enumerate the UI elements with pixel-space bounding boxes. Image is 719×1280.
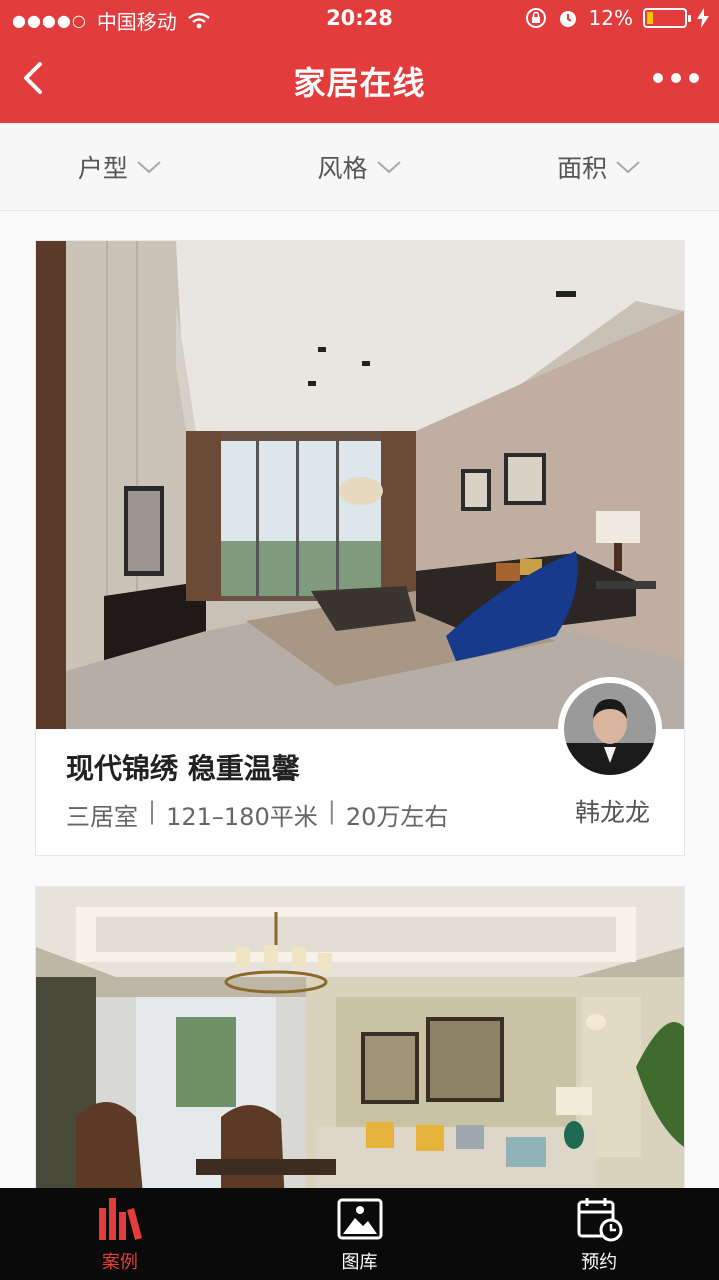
tab-cases[interactable]: 案例 — [0, 1188, 240, 1280]
filter-layout[interactable]: 户型 — [0, 123, 240, 210]
filter-style[interactable]: 风格 — [240, 123, 480, 210]
case-photo[interactable] — [36, 887, 684, 1188]
case-budget: 20万左右 — [345, 803, 449, 831]
nav-bar: 家居在线 — [0, 38, 719, 123]
tab-label: 图库 — [341, 1252, 378, 1273]
tab-appointment[interactable]: 预约 — [479, 1188, 719, 1280]
case-list: 现代锦绣 稳重温馨 三居室 | 121–180平米 | 20万左右 韩龙龙 — [0, 212, 719, 1188]
filter-area[interactable]: 面积 — [479, 123, 719, 210]
chevron-down-icon — [376, 160, 401, 173]
battery-icon — [643, 8, 691, 28]
battery-percentage: 12% — [588, 6, 633, 30]
designer-avatar[interactable] — [558, 677, 662, 781]
case-title: 现代锦绣 稳重温馨 — [66, 752, 300, 785]
calendar-clock-icon — [577, 1198, 623, 1242]
filter-label: 风格 — [317, 153, 368, 183]
filter-bar: 户型 风格 面积 — [0, 123, 719, 211]
divider: | — [327, 797, 336, 825]
rotation-lock-icon — [525, 8, 546, 28]
tab-bar: 案例 图库 预约 — [0, 1188, 719, 1280]
case-area: 121–180平米 — [166, 803, 318, 831]
filter-label: 户型 — [77, 153, 128, 183]
case-photo[interactable] — [36, 241, 684, 729]
chevron-down-icon — [137, 160, 161, 173]
case-rooms: 三居室 — [66, 803, 138, 831]
alarm-icon — [559, 11, 576, 27]
case-card[interactable] — [35, 886, 685, 1188]
status-bar: ●●●●○ 中国移动 20:28 12% — [0, 0, 719, 38]
chevron-down-icon — [616, 160, 640, 173]
app-header: ●●●●○ 中国移动 20:28 12% 家居在线 — [0, 0, 719, 123]
tab-gallery[interactable]: 图库 — [240, 1188, 480, 1280]
tab-label: 案例 — [101, 1252, 138, 1273]
picture-icon — [337, 1198, 382, 1240]
designer-name[interactable]: 韩龙龙 — [575, 793, 650, 829]
case-meta: 三居室 | 121–180平米 | 20万左右 — [66, 797, 448, 832]
tab-label: 预约 — [581, 1252, 618, 1273]
charging-icon — [697, 8, 709, 28]
case-card[interactable]: 现代锦绣 稳重温馨 三居室 | 121–180平米 | 20万左右 韩龙龙 — [35, 240, 685, 856]
more-icon[interactable] — [649, 58, 703, 98]
books-icon — [98, 1198, 142, 1240]
page-title: 家居在线 — [293, 64, 426, 102]
filter-label: 面积 — [557, 153, 608, 183]
divider: | — [148, 797, 157, 825]
